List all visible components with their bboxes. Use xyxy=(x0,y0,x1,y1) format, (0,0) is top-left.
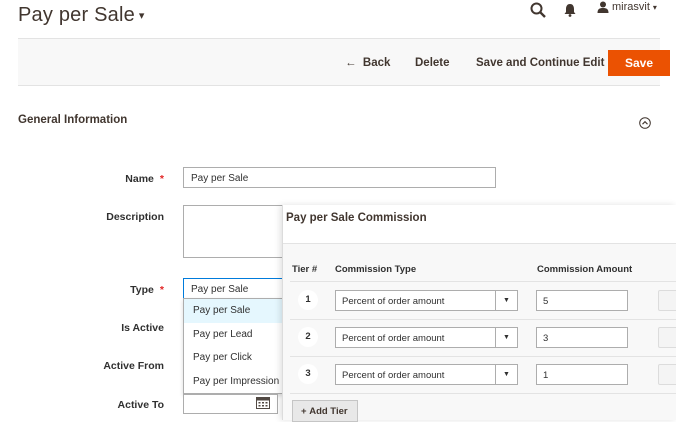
name-label: Name * xyxy=(125,173,164,185)
type-select[interactable]: Pay per Sale xyxy=(183,278,283,299)
page-title[interactable]: Pay per Sale ▾ xyxy=(18,4,145,27)
tier-number: 3 xyxy=(298,364,318,384)
save-continue-button[interactable]: Save and Continue Edit xyxy=(476,57,604,69)
user-icon xyxy=(597,1,609,13)
user-name: mirasvit xyxy=(612,1,650,13)
bell-icon[interactable] xyxy=(563,3,577,17)
description-label: Description xyxy=(106,211,164,223)
delete-button[interactable]: Delete xyxy=(415,57,450,69)
arrow-left-icon: ← xyxy=(345,57,357,69)
user-menu[interactable]: mirasvit ▾ xyxy=(597,1,657,13)
trash-icon[interactable] xyxy=(658,290,676,311)
calendar-icon[interactable] xyxy=(256,396,270,409)
active-from-label: Active From xyxy=(103,360,164,372)
section-title[interactable]: General Information xyxy=(18,114,127,126)
caret-down-icon: ▾ xyxy=(652,2,657,12)
caret-down-icon: ▾ xyxy=(138,10,145,23)
type-dropdown: Pay per Sale Pay per Lead Pay per Click … xyxy=(183,298,283,394)
trash-icon[interactable] xyxy=(658,364,676,385)
commission-amount-input[interactable]: 5 xyxy=(536,290,628,311)
type-option[interactable]: Pay per Impression xyxy=(184,370,282,394)
plus-icon: + xyxy=(301,406,307,417)
tier-number: 1 xyxy=(298,290,318,310)
commission-type-select[interactable]: Percent of order amount ▼ xyxy=(335,327,518,348)
type-option[interactable]: Pay per Lead xyxy=(184,323,282,347)
col-amount-header: Commission Amount xyxy=(537,264,633,275)
commission-type-select[interactable]: Percent of order amount ▼ xyxy=(335,364,518,385)
action-bar: ← Back Delete Save and Continue Edit Sav… xyxy=(18,38,670,86)
commission-panel-title: Pay per Sale Commission xyxy=(286,212,427,224)
active-to-label: Active To xyxy=(117,399,164,411)
triangle-down-icon: ▼ xyxy=(495,291,517,310)
back-button[interactable]: ← Back xyxy=(345,57,390,69)
tier-number: 2 xyxy=(298,327,318,347)
collapse-icon[interactable] xyxy=(639,117,651,129)
type-option[interactable]: Pay per Sale xyxy=(184,299,282,323)
name-input[interactable]: Pay per Sale xyxy=(183,167,496,188)
add-tier-button[interactable]: + Add Tier xyxy=(292,400,358,422)
commission-type-select[interactable]: Percent of order amount ▼ xyxy=(335,290,518,311)
description-textarea[interactable] xyxy=(183,205,283,258)
is-active-label: Is Active xyxy=(121,322,164,334)
type-label: Type * xyxy=(130,284,164,296)
col-type-header: Commission Type xyxy=(335,264,417,275)
col-tier-header: Tier # xyxy=(292,264,318,275)
triangle-down-icon: ▼ xyxy=(495,328,517,347)
type-option[interactable]: Pay per Click xyxy=(184,346,282,370)
commission-amount-input[interactable]: 1 xyxy=(536,364,628,385)
trash-icon[interactable] xyxy=(658,327,676,348)
save-button[interactable]: Save xyxy=(608,50,670,76)
commission-amount-input[interactable]: 3 xyxy=(536,327,628,348)
triangle-down-icon: ▼ xyxy=(495,365,517,384)
search-icon[interactable] xyxy=(530,2,546,18)
